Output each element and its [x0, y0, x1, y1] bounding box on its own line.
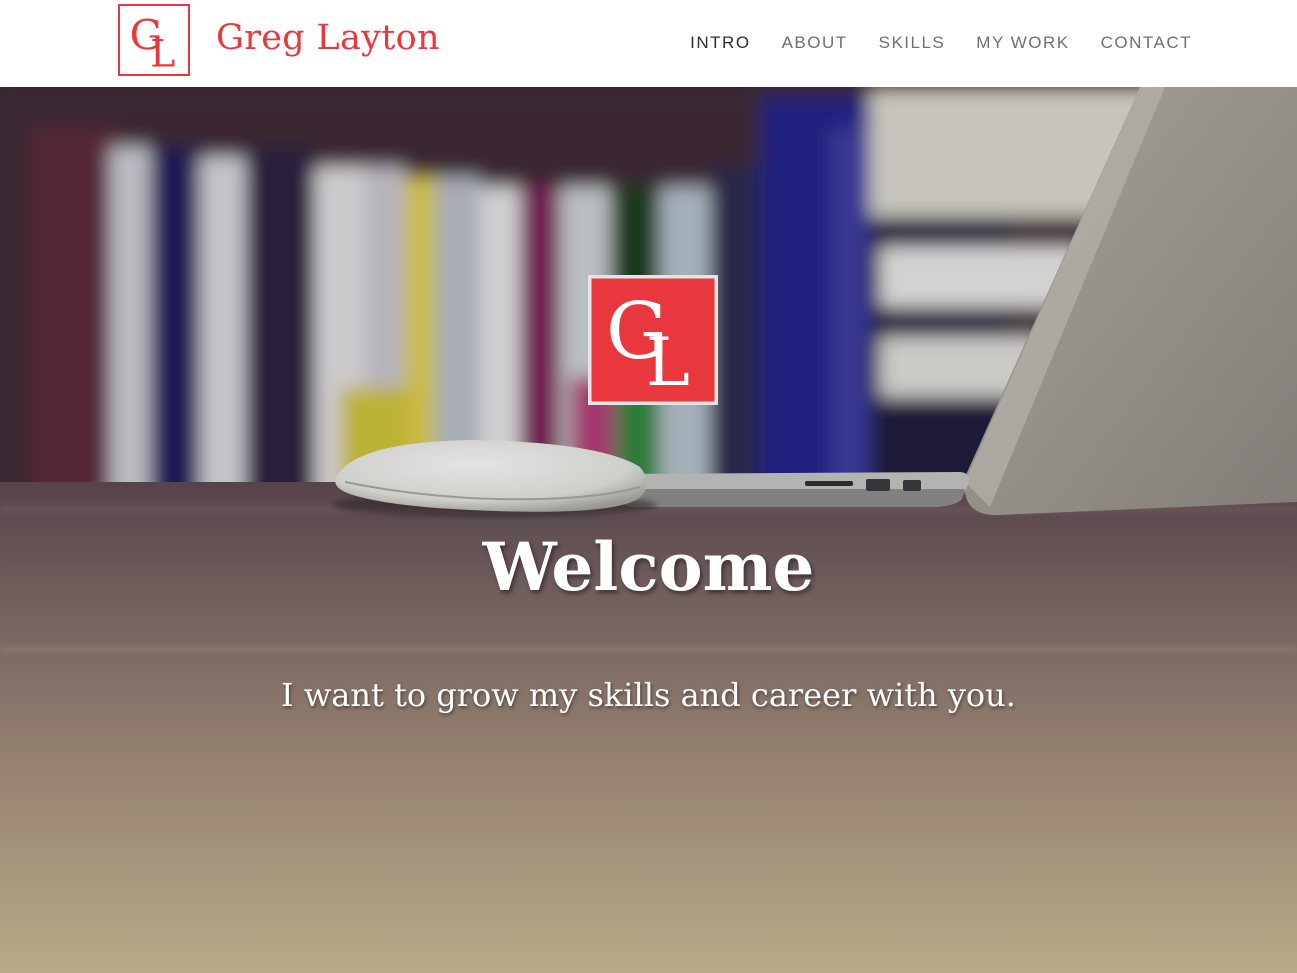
- nav-item-about[interactable]: ABOUT: [782, 32, 848, 54]
- nav-item-my-work[interactable]: MY WORK: [976, 32, 1069, 54]
- hero-logo-icon: G L: [588, 275, 718, 405]
- svg-text:L: L: [646, 324, 690, 401]
- top-navbar: G L Greg Layton INTRO ABOUT SKILLS MY WO…: [0, 0, 1297, 87]
- hero-subtitle: I want to grow my skills and career with…: [281, 676, 1016, 714]
- brand-name[interactable]: Greg Layton: [216, 14, 440, 62]
- brand-logo-icon[interactable]: G L: [118, 4, 190, 76]
- svg-text:L: L: [150, 31, 175, 75]
- hero-section: G L Welcome I want to grow my skills and…: [0, 87, 1297, 973]
- nav-item-intro[interactable]: INTRO: [690, 32, 750, 54]
- main-nav: INTRO ABOUT SKILLS MY WORK CONTACT: [690, 32, 1192, 54]
- nav-item-skills[interactable]: SKILLS: [879, 32, 946, 54]
- hero-title: Welcome: [482, 528, 815, 606]
- nav-item-contact[interactable]: CONTACT: [1101, 32, 1192, 54]
